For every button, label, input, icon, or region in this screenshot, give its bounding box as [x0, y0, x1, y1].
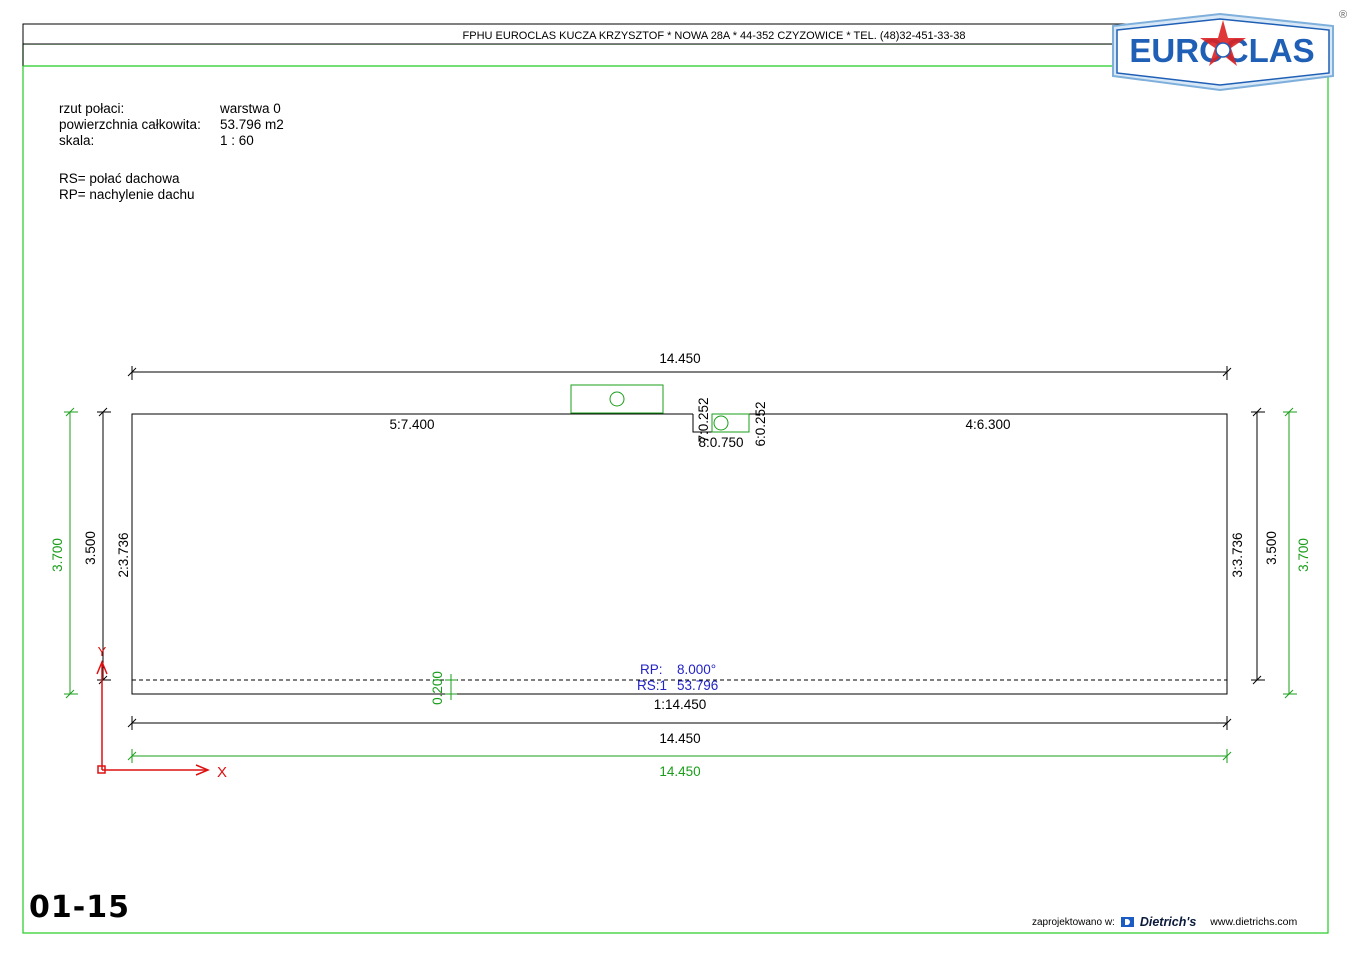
dim-right-black-label: 3.500	[1264, 531, 1279, 565]
info-value-plan: warstwa 0	[220, 101, 281, 116]
dim-left-green-label: 3.700	[50, 538, 65, 572]
rp-value: 8.000°	[677, 662, 716, 677]
edge-6-label: 6:0.252	[753, 401, 768, 446]
edge-1-label: 1:14.450	[654, 697, 707, 712]
axis-icon	[96, 660, 210, 776]
info-label-area: powierzchnia całkowita:	[59, 117, 201, 132]
sheet-frame	[22, 43, 1329, 934]
edge-3-label: 3:3.736	[1230, 532, 1245, 577]
info-label-scale: skala:	[59, 133, 95, 148]
rs-value: 53.796	[677, 678, 718, 693]
roof-plan	[131, 413, 1228, 695]
dim-right-green-label: 3.700	[1296, 538, 1311, 572]
info-label-plan: rzut połaci:	[59, 101, 125, 116]
dim-bottom-green-label: 14.450	[659, 764, 700, 779]
software-url[interactable]: www.dietrichs.com	[1210, 916, 1297, 928]
roof-outline	[131, 413, 1228, 695]
designed-in-label: zaprojektowano w:	[1032, 916, 1115, 928]
rp-label: RP:	[640, 662, 663, 677]
edge-7-label: 7:0.252	[696, 397, 711, 442]
dietrichs-logo-icon	[1120, 917, 1134, 927]
dim-left-black-label: 3.500	[83, 531, 98, 565]
designed-in: zaprojektowano w: Dietrich's www.dietric…	[1032, 915, 1297, 929]
axis-x-label: X	[217, 764, 227, 781]
chimney-box	[570, 384, 664, 414]
dim-bottom-black	[127, 716, 1232, 730]
sheet-number: 01-15	[29, 890, 130, 925]
dim-left-black	[97, 407, 111, 685]
edge-4-label: 4:6.300	[965, 417, 1010, 432]
edge-2-label: 2:3.736	[116, 532, 131, 577]
company-line: FPHU EUROCLAS KUCZA KRZYSZTOF * NOWA 28A…	[463, 30, 966, 42]
drawing-sheet: FPHU EUROCLAS KUCZA KRZYSZTOF * NOWA 28A…	[22, 9, 1347, 934]
axis-y-label: Y	[98, 644, 107, 659]
info-labels: rzut połaci: powierzchnia całkowita: ska…	[59, 101, 201, 149]
info-values: warstwa 0 53.796 m2 1 : 60	[220, 101, 284, 149]
info-value-area: 53.796 m2	[220, 117, 284, 132]
dim-overhang-label: 0.200	[430, 671, 445, 705]
dim-bottom-green	[127, 749, 1232, 763]
dim-top	[127, 366, 1232, 380]
rs-label: RS:1	[637, 678, 667, 693]
info-value-scale: 1 : 60	[220, 133, 254, 148]
chimney-circle-icon	[609, 391, 625, 407]
dim-bottom-black-label: 14.450	[659, 731, 700, 746]
edge-5-label: 5:7.400	[389, 417, 434, 432]
legend-rs: RS= połać dachowa	[59, 171, 180, 186]
dim-top-label: 14.450	[659, 351, 700, 366]
dim-right-green	[1283, 407, 1297, 699]
euroclas-logo: EUROCLAS	[1112, 12, 1334, 92]
dim-right-black	[1251, 407, 1265, 685]
legend-rp: RP= nachylenie dachu	[59, 187, 195, 202]
dim-left-green	[64, 407, 78, 699]
legend: RS= połać dachowa RP= nachylenie dachu	[59, 171, 194, 203]
dim-overhang	[445, 674, 457, 700]
vent-circle-icon	[713, 415, 729, 431]
software-name: Dietrich's	[1139, 915, 1197, 929]
registered-mark: ®	[1339, 9, 1347, 21]
